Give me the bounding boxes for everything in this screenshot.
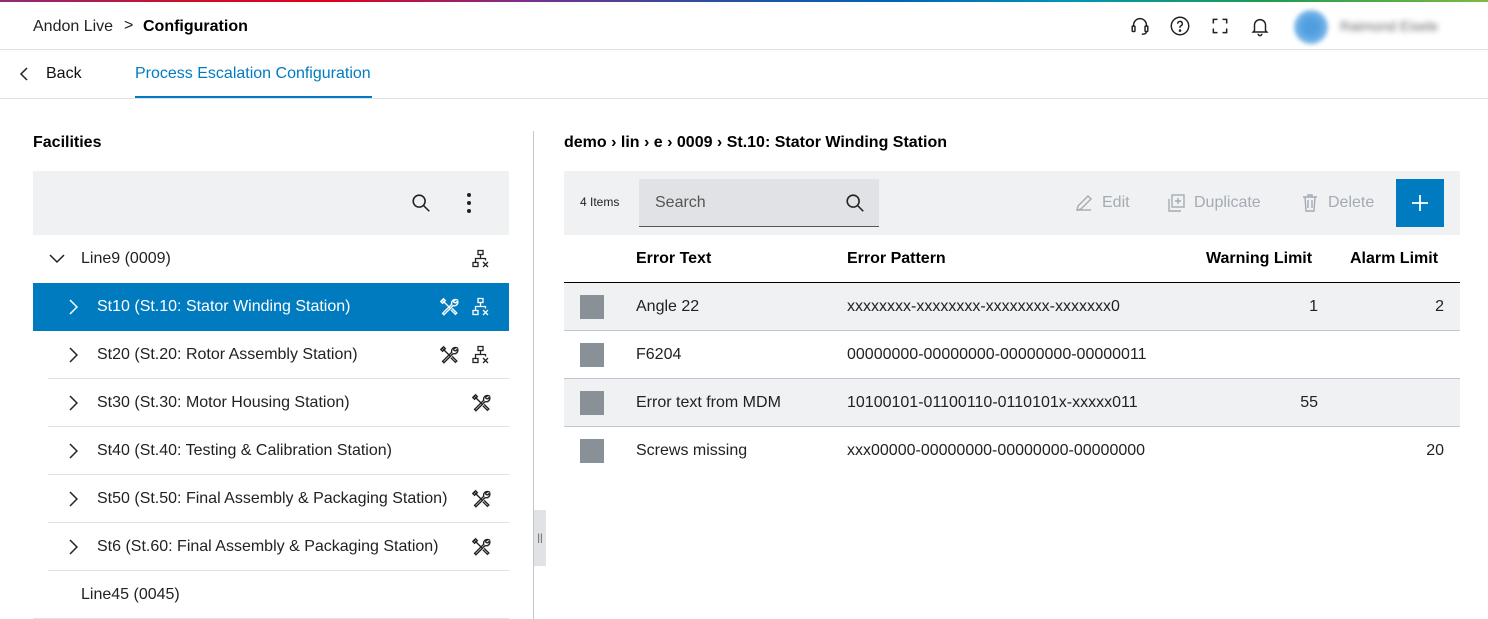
facilities-tree: Line9 (0009) St10 (St.10: Stator Winding… — [33, 235, 509, 619]
cell-warning-limit: 1 — [1309, 298, 1318, 315]
network-icon[interactable] — [469, 295, 493, 319]
tree-node-st10[interactable]: St10 (St.10: Stator Winding Station) — [33, 283, 509, 331]
row-checkbox[interactable] — [580, 343, 604, 367]
cell-warning-limit: 55 — [1300, 394, 1318, 411]
tree-node-st50[interactable]: St50 (St.50: Final Assembly & Packaging … — [48, 475, 509, 523]
search-field[interactable] — [639, 179, 879, 227]
tree-node-st6[interactable]: St6 (St.60: Final Assembly & Packaging S… — [48, 523, 509, 571]
cell-error-pattern: xxxxxxxx-xxxxxxxx-xxxxxxxx-xxxxxxx0 — [847, 298, 1120, 315]
search-icon[interactable] — [409, 191, 433, 215]
back-button[interactable]: Back — [18, 51, 82, 97]
column-header-error-pattern[interactable]: Error Pattern — [847, 250, 946, 268]
help-icon[interactable] — [1168, 14, 1192, 38]
breadcrumb-app-name[interactable]: Andon Live — [33, 18, 113, 36]
chevron-right-icon[interactable] — [65, 538, 81, 555]
cell-alarm-limit: 20 — [1426, 442, 1444, 459]
duplicate-icon — [1168, 194, 1185, 212]
chevron-right-icon[interactable] — [65, 394, 81, 411]
tools-icon[interactable] — [437, 295, 461, 319]
more-options-icon[interactable] — [457, 191, 481, 215]
chevron-left-icon — [19, 67, 28, 81]
duplicate-button-label: Duplicate — [1194, 194, 1261, 211]
network-icon[interactable] — [469, 343, 493, 367]
tree-node-st30[interactable]: St30 (St.30: Motor Housing Station) — [48, 379, 509, 427]
table-row[interactable]: Angle 22 xxxxxxxx-xxxxxxxx-xxxxxxxx-xxxx… — [564, 283, 1460, 331]
table-row[interactable]: Error text from MDM 10100101-01100110-01… — [564, 379, 1460, 427]
row-checkbox[interactable] — [580, 295, 604, 319]
tree-node-label: St6 (St.60: Final Assembly & Packaging S… — [97, 537, 439, 555]
add-button[interactable] — [1396, 179, 1444, 227]
search-input[interactable] — [655, 179, 835, 226]
plus-icon — [1412, 195, 1428, 211]
chevron-right-icon[interactable] — [65, 299, 81, 315]
tools-icon[interactable] — [469, 535, 493, 559]
tree-node-line9[interactable]: Line9 (0009) — [33, 235, 509, 283]
cell-error-text: Screws missing — [636, 442, 748, 459]
back-button-label: Back — [46, 65, 82, 82]
error-table: Error Text Error Pattern Warning Limit A… — [564, 235, 1460, 475]
row-checkbox[interactable] — [580, 439, 604, 463]
tools-icon[interactable] — [469, 391, 493, 415]
edit-button-label: Edit — [1102, 194, 1130, 211]
facilities-toolbar — [33, 171, 509, 235]
tree-node-label: Line45 (0045) — [81, 585, 180, 603]
tree-node-label: St20 (St.20: Rotor Assembly Station) — [97, 345, 358, 363]
tree-node-label: St30 (St.30: Motor Housing Station) — [97, 393, 350, 411]
chevron-right-icon[interactable] — [65, 346, 81, 363]
panel-resize-handle[interactable]: || — [534, 510, 546, 566]
cell-error-pattern: xxx00000-00000000-00000000-00000000 — [847, 442, 1146, 459]
items-count: 4 Items — [580, 195, 620, 209]
table-header: Error Text Error Pattern Warning Limit A… — [564, 235, 1460, 283]
table-row[interactable]: F6204 00000000-00000000-00000000-0000001… — [564, 331, 1460, 379]
cell-error-text: Error text from MDM — [636, 394, 781, 411]
chevron-right-icon[interactable] — [65, 490, 81, 507]
trash-icon — [1303, 194, 1317, 212]
tree-node-label: St40 (St.40: Testing & Calibration Stati… — [97, 441, 392, 459]
cell-error-pattern: 00000000-00000000-00000000-00000011 — [847, 346, 1147, 363]
breadcrumb-current-page: Configuration — [143, 18, 248, 35]
tree-node-st40[interactable]: St40 (St.40: Testing & Calibration Stati… — [48, 427, 509, 475]
cell-alarm-limit: 2 — [1435, 298, 1444, 315]
pencil-icon — [1076, 195, 1092, 211]
chevron-right-icon[interactable] — [65, 442, 81, 459]
facility-path: demo › lin › e › 0009 › St.10: Stator Wi… — [564, 134, 947, 151]
tree-node-line45[interactable]: Line45 (0045) — [33, 571, 509, 619]
search-icon[interactable] — [843, 191, 867, 215]
tree-node-st20[interactable]: St20 (St.20: Rotor Assembly Station) — [48, 331, 509, 379]
edit-button[interactable]: Edit — [1074, 191, 1130, 215]
column-header-error-text[interactable]: Error Text — [636, 250, 711, 268]
breadcrumb-separator-icon: > — [124, 17, 134, 34]
list-toolbar: 4 Items Edit Duplicate Delete — [564, 171, 1460, 235]
facilities-title: Facilities — [33, 134, 102, 151]
tools-icon[interactable] — [469, 487, 493, 511]
delete-button[interactable]: Delete — [1300, 191, 1374, 215]
tab-bar: Back Process Escalation Configuration — [0, 51, 1488, 99]
user-name[interactable]: Raimond Eisele — [1340, 18, 1440, 34]
column-header-alarm-limit[interactable]: Alarm Limit — [1350, 250, 1438, 268]
tab-process-escalation-configuration[interactable]: Process Escalation Configuration — [135, 51, 372, 98]
delete-button-label: Delete — [1328, 194, 1375, 211]
tree-node-label: St50 (St.50: Final Assembly & Packaging … — [97, 489, 448, 507]
headset-icon[interactable] — [1128, 14, 1152, 38]
bell-icon[interactable] — [1248, 14, 1272, 38]
chevron-down-icon[interactable] — [49, 251, 65, 267]
cell-error-pattern: 10100101-01100110-0110101x-xxxxx011 — [847, 394, 1138, 411]
row-checkbox[interactable] — [580, 391, 604, 415]
cell-error-text: Angle 22 — [636, 298, 700, 315]
fullscreen-icon[interactable] — [1208, 14, 1232, 38]
network-icon[interactable] — [469, 247, 493, 271]
avatar[interactable] — [1294, 10, 1328, 44]
app-header: Andon Live > Configuration Raimond Eisel… — [0, 2, 1488, 50]
table-row[interactable]: Screws missing xxx00000-00000000-0000000… — [564, 427, 1460, 475]
duplicate-button[interactable]: Duplicate — [1166, 191, 1261, 215]
cell-error-text: F6204 — [636, 346, 682, 363]
tools-icon[interactable] — [437, 343, 461, 367]
column-header-warning-limit[interactable]: Warning Limit — [1206, 250, 1312, 268]
tree-node-label: Line9 (0009) — [81, 250, 171, 267]
tree-node-label: St10 (St.10: Stator Winding Station) — [97, 298, 351, 315]
